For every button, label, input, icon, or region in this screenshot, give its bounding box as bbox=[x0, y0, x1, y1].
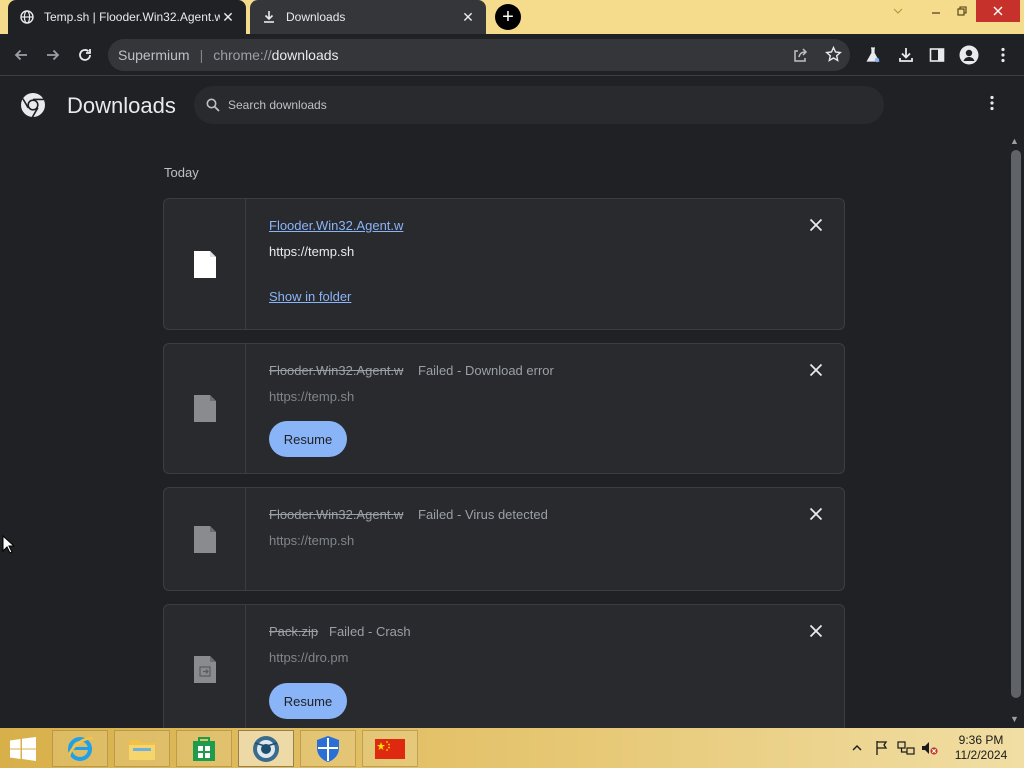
downloads-toolbar-button[interactable] bbox=[893, 42, 919, 68]
page-title: Downloads bbox=[67, 93, 176, 118]
taskbar-clock[interactable]: 9:36 PM 11/2/2024 bbox=[952, 733, 1010, 763]
taskbar-file-explorer[interactable] bbox=[114, 730, 170, 767]
downloads-header: Downloads Search downloads bbox=[0, 77, 1024, 133]
reload-button[interactable] bbox=[72, 42, 98, 68]
download-icon bbox=[262, 10, 276, 24]
action-center-flag-icon[interactable] bbox=[874, 728, 890, 768]
close-window-button[interactable] bbox=[976, 0, 1020, 22]
download-filename: Flooder.Win32.Agent.w bbox=[269, 363, 404, 378]
resume-button[interactable]: Resume bbox=[269, 683, 347, 719]
download-icon bbox=[899, 48, 913, 62]
tab-title: Downloads bbox=[286, 10, 346, 24]
tab-search-icon[interactable] bbox=[882, 0, 914, 22]
download-source-url: https://temp.sh bbox=[269, 389, 355, 404]
generic-file-icon bbox=[193, 525, 216, 553]
taskbar: 9:36 PM 11/2/2024 bbox=[0, 728, 1024, 768]
arrow-right-icon bbox=[47, 49, 60, 61]
remove-download-icon[interactable] bbox=[807, 505, 825, 523]
search-icon bbox=[206, 98, 220, 112]
clock-time: 9:36 PM bbox=[958, 733, 1004, 747]
browser-menu-button[interactable] bbox=[990, 42, 1016, 68]
archive-file-icon bbox=[193, 655, 216, 683]
blank-file-icon bbox=[193, 250, 216, 278]
volume-muted-icon[interactable] bbox=[921, 728, 939, 768]
remove-download-icon[interactable] bbox=[807, 361, 825, 379]
tab-title: Temp.sh | Flooder.Win32.Agent.w bbox=[44, 10, 220, 24]
taskbar-flag-app[interactable] bbox=[362, 730, 418, 767]
url-scheme: chrome:// bbox=[213, 47, 272, 63]
show-in-folder-link[interactable]: Show in folder bbox=[269, 289, 351, 304]
shield-icon bbox=[317, 735, 339, 762]
download-status: Failed - Virus detected bbox=[418, 507, 548, 522]
scrollbar-thumb[interactable] bbox=[1011, 150, 1021, 698]
back-button[interactable] bbox=[8, 42, 34, 68]
share-icon[interactable] bbox=[792, 47, 808, 66]
download-item: Flooder.Win32.Agent.w https://temp.sh Sh… bbox=[163, 198, 845, 330]
remove-download-icon[interactable] bbox=[807, 622, 825, 640]
reload-icon bbox=[79, 49, 91, 61]
generic-file-icon bbox=[193, 395, 216, 422]
store-icon bbox=[193, 736, 215, 761]
mouse-cursor-icon bbox=[2, 535, 14, 554]
download-status: Failed - Crash bbox=[329, 624, 411, 639]
side-panel-icon bbox=[929, 48, 945, 62]
resume-button[interactable]: Resume bbox=[269, 421, 347, 457]
browser-toolbar: Supermium | chrome:// downloads bbox=[0, 34, 1024, 76]
taskbar-windows-defender[interactable] bbox=[300, 730, 356, 767]
download-item: Pack.zip Failed - Crash https://dro.pm R… bbox=[163, 604, 845, 734]
browser-label: Supermium bbox=[118, 47, 190, 63]
windows-start-icon[interactable] bbox=[10, 737, 36, 761]
china-flag-icon bbox=[375, 738, 405, 759]
labs-flask-icon[interactable] bbox=[860, 42, 886, 68]
internet-explorer-icon bbox=[67, 736, 94, 761]
arrow-left-icon bbox=[14, 49, 27, 61]
search-downloads-field[interactable]: Search downloads bbox=[194, 86, 884, 124]
download-item: Flooder.Win32.Agent.w Failed - Download … bbox=[163, 343, 845, 474]
taskbar-supermium[interactable] bbox=[238, 730, 294, 767]
close-tab-icon[interactable]: ✕ bbox=[220, 9, 236, 25]
close-tab-icon[interactable]: ✕ bbox=[460, 9, 476, 25]
kebab-menu-icon bbox=[990, 95, 994, 111]
profile-button[interactable] bbox=[956, 42, 982, 68]
search-placeholder: Search downloads bbox=[228, 98, 327, 112]
download-filename: Flooder.Win32.Agent.w bbox=[269, 507, 404, 522]
tray-overflow-chevron-icon[interactable] bbox=[852, 728, 862, 768]
forward-button[interactable] bbox=[40, 42, 66, 68]
supermium-browser-icon bbox=[253, 735, 279, 762]
remove-download-icon[interactable] bbox=[807, 216, 825, 234]
date-section-label: Today bbox=[164, 165, 199, 180]
address-bar[interactable]: Supermium | chrome:// downloads bbox=[108, 39, 850, 71]
downloads-menu-button[interactable] bbox=[984, 95, 1000, 115]
taskbar-store[interactable] bbox=[176, 730, 232, 767]
omnibox-separator: | bbox=[199, 47, 204, 63]
clock-date: 11/2/2024 bbox=[954, 748, 1008, 762]
download-filename: Pack.zip bbox=[269, 624, 319, 639]
download-item: Flooder.Win32.Agent.w Failed - Virus det… bbox=[163, 487, 845, 591]
download-filename-link[interactable]: Flooder.Win32.Agent.w bbox=[269, 218, 403, 233]
tab-strip: Temp.sh | Flooder.Win32.Agent.w ✕ Downlo… bbox=[0, 0, 1024, 34]
restore-button[interactable] bbox=[946, 0, 978, 22]
tab-temp-sh[interactable]: Temp.sh | Flooder.Win32.Agent.w ✕ bbox=[8, 0, 246, 34]
scroll-down-arrow-icon[interactable]: ▼ bbox=[1010, 714, 1019, 724]
url-host: downloads bbox=[271, 47, 339, 63]
tab-downloads[interactable]: Downloads ✕ bbox=[250, 0, 486, 34]
folder-icon bbox=[129, 739, 155, 760]
side-panel-button[interactable] bbox=[924, 42, 950, 68]
network-icon[interactable] bbox=[897, 728, 915, 768]
taskbar-internet-explorer[interactable] bbox=[52, 730, 108, 767]
download-status: Failed - Download error bbox=[418, 363, 554, 378]
download-source-url: https://temp.sh bbox=[269, 244, 355, 259]
avatar-icon bbox=[959, 45, 979, 65]
download-source-url: https://temp.sh bbox=[269, 533, 355, 548]
new-tab-button[interactable]: + bbox=[495, 4, 521, 30]
download-source-url: https://dro.pm bbox=[269, 650, 349, 665]
globe-icon bbox=[20, 10, 34, 24]
scroll-up-arrow-icon[interactable]: ▲ bbox=[1010, 136, 1019, 146]
kebab-menu-icon bbox=[1001, 47, 1005, 63]
bookmark-star-icon[interactable] bbox=[825, 45, 842, 66]
chrome-logo-icon bbox=[20, 92, 46, 118]
